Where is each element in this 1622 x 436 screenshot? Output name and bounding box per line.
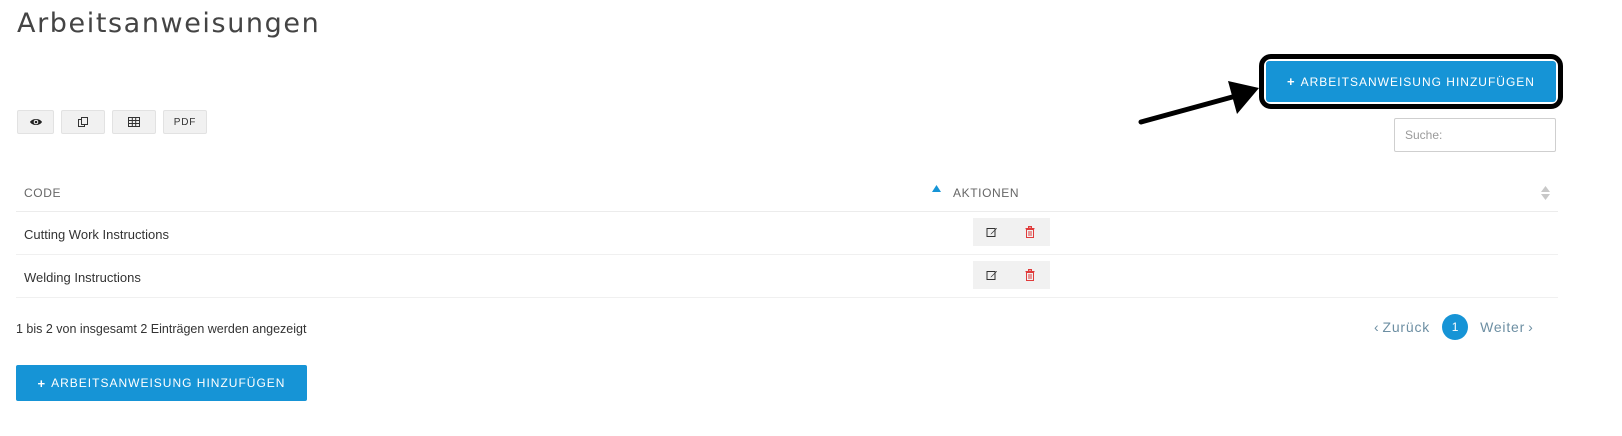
export-toolbar: PDF <box>17 110 207 134</box>
previous-page-button[interactable]: ‹ Zurück <box>1374 319 1430 335</box>
next-page-button[interactable]: Weiter › <box>1480 319 1533 335</box>
annotation-arrow-icon <box>1138 81 1259 125</box>
column-header-code[interactable]: CODE <box>24 186 61 200</box>
edit-button[interactable] <box>973 261 1011 289</box>
edit-icon <box>986 228 997 237</box>
trash-icon <box>1025 269 1035 281</box>
previous-label: Zurück <box>1382 319 1431 335</box>
row-actions <box>973 261 1050 289</box>
copy-icon <box>78 117 88 127</box>
eye-icon <box>29 119 42 125</box>
next-label: Weiter <box>1480 319 1526 335</box>
pagination: ‹ Zurück 1 Weiter › <box>1374 314 1534 340</box>
add-work-instruction-button[interactable]: + ARBEITSANWEISUNG HINZUFÜGEN <box>1266 61 1556 102</box>
edit-icon <box>986 271 997 280</box>
table-header: CODE AKTIONEN <box>16 172 1558 212</box>
trash-icon <box>1025 226 1035 238</box>
delete-button[interactable] <box>1011 261 1049 289</box>
edit-button[interactable] <box>973 218 1011 246</box>
sort-ascending-icon[interactable] <box>932 185 941 192</box>
row-actions <box>973 218 1050 246</box>
search-input[interactable] <box>1394 118 1556 152</box>
excel-button[interactable] <box>112 110 156 134</box>
work-instructions-table: CODE AKTIONEN Cutting Work Instructions <box>16 172 1558 298</box>
add-button-label: ARBEITSANWEISUNG HINZUFÜGEN <box>51 376 286 390</box>
column-header-actions[interactable]: AKTIONEN <box>953 186 1019 200</box>
plus-icon: + <box>1287 74 1296 89</box>
page-button-current[interactable]: 1 <box>1442 314 1469 340</box>
add-button-label: ARBEITSANWEISUNG HINZUFÜGEN <box>1300 74 1535 89</box>
pdf-button[interactable]: PDF <box>163 110 207 134</box>
table-row: Cutting Work Instructions <box>16 212 1558 255</box>
table-row: Welding Instructions <box>16 255 1558 298</box>
chevron-left-icon: ‹ <box>1374 319 1380 335</box>
copy-button[interactable] <box>61 110 105 134</box>
view-button[interactable] <box>17 110 54 134</box>
row-code: Cutting Work Instructions <box>24 227 169 242</box>
sort-icon[interactable] <box>1541 186 1550 200</box>
plus-icon: + <box>37 375 47 391</box>
page: Arbeitsanweisungen PDF + ARBEITSANWEISUN… <box>0 0 1622 436</box>
table-info: 1 bis 2 von insgesamt 2 Einträgen werden… <box>16 322 307 336</box>
delete-button[interactable] <box>1011 218 1049 246</box>
add-work-instruction-button-bottom[interactable]: + ARBEITSANWEISUNG HINZUFÜGEN <box>16 365 307 401</box>
row-code: Welding Instructions <box>24 270 141 285</box>
chevron-right-icon: › <box>1528 319 1534 335</box>
table-icon <box>128 117 140 127</box>
page-title: Arbeitsanweisungen <box>17 8 321 39</box>
